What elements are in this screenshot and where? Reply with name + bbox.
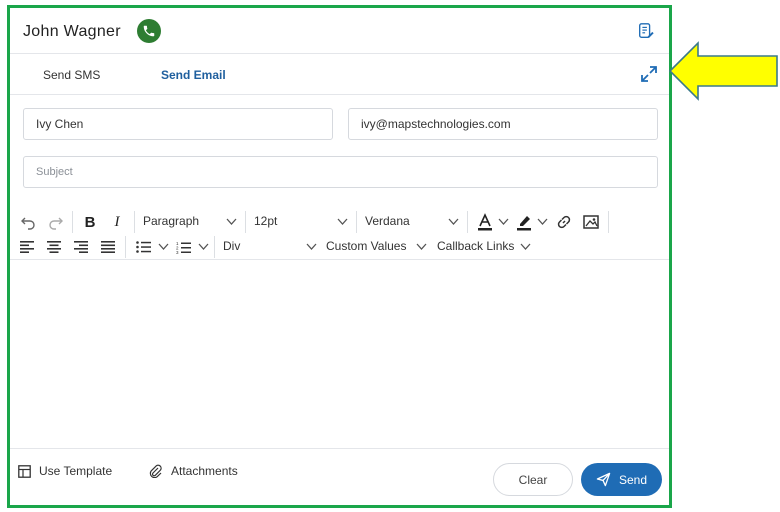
edit-note-icon[interactable] xyxy=(637,22,655,40)
template-icon xyxy=(18,464,31,478)
chevron-down-icon[interactable] xyxy=(448,218,459,226)
email-body-editor[interactable] xyxy=(10,259,669,449)
editor-toolbar-row-2: 123 Div Custom Values Callback Links xyxy=(10,235,669,259)
toolbar-separator xyxy=(125,236,126,258)
editor-toolbar-row-1: B I Paragraph 12pt Verdana xyxy=(10,210,669,234)
undo-icon xyxy=(21,217,35,230)
italic-button[interactable]: I xyxy=(107,212,127,232)
use-template-label: Use Template xyxy=(39,464,113,478)
call-button[interactable] xyxy=(137,19,161,43)
toolbar-separator xyxy=(467,211,468,233)
toolbar-separator xyxy=(134,211,135,233)
font-size-value: 12pt xyxy=(254,214,278,228)
chevron-down-icon[interactable] xyxy=(520,243,531,251)
custom-values-label: Custom Values xyxy=(326,239,407,253)
chevron-down-icon[interactable] xyxy=(198,243,209,251)
paperclip-icon xyxy=(149,464,162,478)
align-center-button[interactable] xyxy=(45,237,63,257)
use-template-button[interactable]: Use Template xyxy=(18,464,112,478)
align-justify-button[interactable] xyxy=(99,237,117,257)
undo-button[interactable] xyxy=(18,212,38,232)
subject-placeholder: Subject xyxy=(36,166,73,178)
align-right-button[interactable] xyxy=(72,237,90,257)
link-icon xyxy=(557,215,571,229)
phone-icon xyxy=(143,25,155,37)
expand-icon[interactable] xyxy=(639,64,659,84)
block-format-select[interactable]: Paragraph xyxy=(143,214,199,228)
send-label: Send xyxy=(618,472,648,487)
chevron-down-icon[interactable] xyxy=(416,243,427,251)
italic-icon: I xyxy=(114,213,120,230)
custom-values-menu[interactable]: Custom Values xyxy=(326,239,406,253)
redo-button[interactable] xyxy=(46,212,66,232)
callback-links-label: Callback Links xyxy=(437,239,515,253)
svg-text:3: 3 xyxy=(176,250,179,254)
clear-label: Clear xyxy=(518,472,548,487)
font-family-select[interactable]: Verdana xyxy=(365,214,410,228)
block-format-value: Paragraph xyxy=(143,214,200,228)
chevron-down-icon[interactable] xyxy=(226,218,237,226)
recipient-name-value: Ivy Chen xyxy=(36,117,84,131)
chevron-down-icon[interactable] xyxy=(498,218,509,226)
font-size-select[interactable]: 12pt xyxy=(254,214,277,228)
bold-icon: B xyxy=(84,213,96,231)
align-left-button[interactable] xyxy=(18,237,36,257)
contact-name: John Wagner xyxy=(23,23,121,40)
attachments-button[interactable]: Attachments xyxy=(149,464,238,478)
bullet-list-icon xyxy=(135,241,151,253)
highlighter-icon xyxy=(517,216,531,231)
callout-arrow-icon xyxy=(668,41,778,101)
insert-image-button[interactable] xyxy=(581,212,601,232)
text-color-button[interactable] xyxy=(476,212,494,232)
subject-input[interactable]: Subject xyxy=(23,156,658,188)
align-center-icon xyxy=(47,241,61,253)
send-button[interactable]: Send xyxy=(581,463,662,496)
container-select[interactable]: Div xyxy=(223,239,240,253)
composer-header: John Wagner xyxy=(10,8,669,54)
text-color-icon xyxy=(478,213,492,231)
clear-button[interactable]: Clear xyxy=(493,463,573,496)
recipient-email-input[interactable]: ivy@mapstechnologies.com xyxy=(348,108,658,140)
recipient-email-value: ivy@mapstechnologies.com xyxy=(361,117,511,131)
highlight-color-button[interactable] xyxy=(515,212,533,232)
redo-icon xyxy=(49,217,63,230)
bullet-list-button[interactable] xyxy=(134,237,152,257)
toolbar-separator xyxy=(356,211,357,233)
font-family-value: Verdana xyxy=(365,214,410,228)
recipient-name-input[interactable]: Ivy Chen xyxy=(23,108,333,140)
toolbar-separator xyxy=(72,211,73,233)
image-icon xyxy=(583,215,599,229)
attachments-label: Attachments xyxy=(171,464,238,478)
container-value: Div xyxy=(223,239,241,253)
chevron-down-icon[interactable] xyxy=(337,218,348,226)
chevron-down-icon[interactable] xyxy=(537,218,548,226)
insert-link-button[interactable] xyxy=(554,212,574,232)
channel-tabs: Send SMS Send Email xyxy=(10,55,669,95)
align-right-icon xyxy=(74,241,88,253)
email-composer-panel: John Wagner Send SMS Send Email Ivy Chen… xyxy=(7,5,672,508)
tab-send-email[interactable]: Send Email xyxy=(161,68,226,82)
tab-send-sms[interactable]: Send SMS xyxy=(43,68,100,82)
numbered-list-icon: 123 xyxy=(176,241,191,254)
toolbar-separator xyxy=(608,211,609,233)
chevron-down-icon[interactable] xyxy=(158,243,169,251)
align-left-icon xyxy=(20,241,34,253)
bold-button[interactable]: B xyxy=(80,212,100,232)
align-justify-icon xyxy=(101,241,115,253)
send-icon xyxy=(596,472,611,487)
chevron-down-icon[interactable] xyxy=(306,243,317,251)
toolbar-separator xyxy=(214,236,215,258)
callback-links-menu[interactable]: Callback Links xyxy=(437,239,514,253)
numbered-list-button[interactable]: 123 xyxy=(174,237,192,257)
toolbar-separator xyxy=(245,211,246,233)
